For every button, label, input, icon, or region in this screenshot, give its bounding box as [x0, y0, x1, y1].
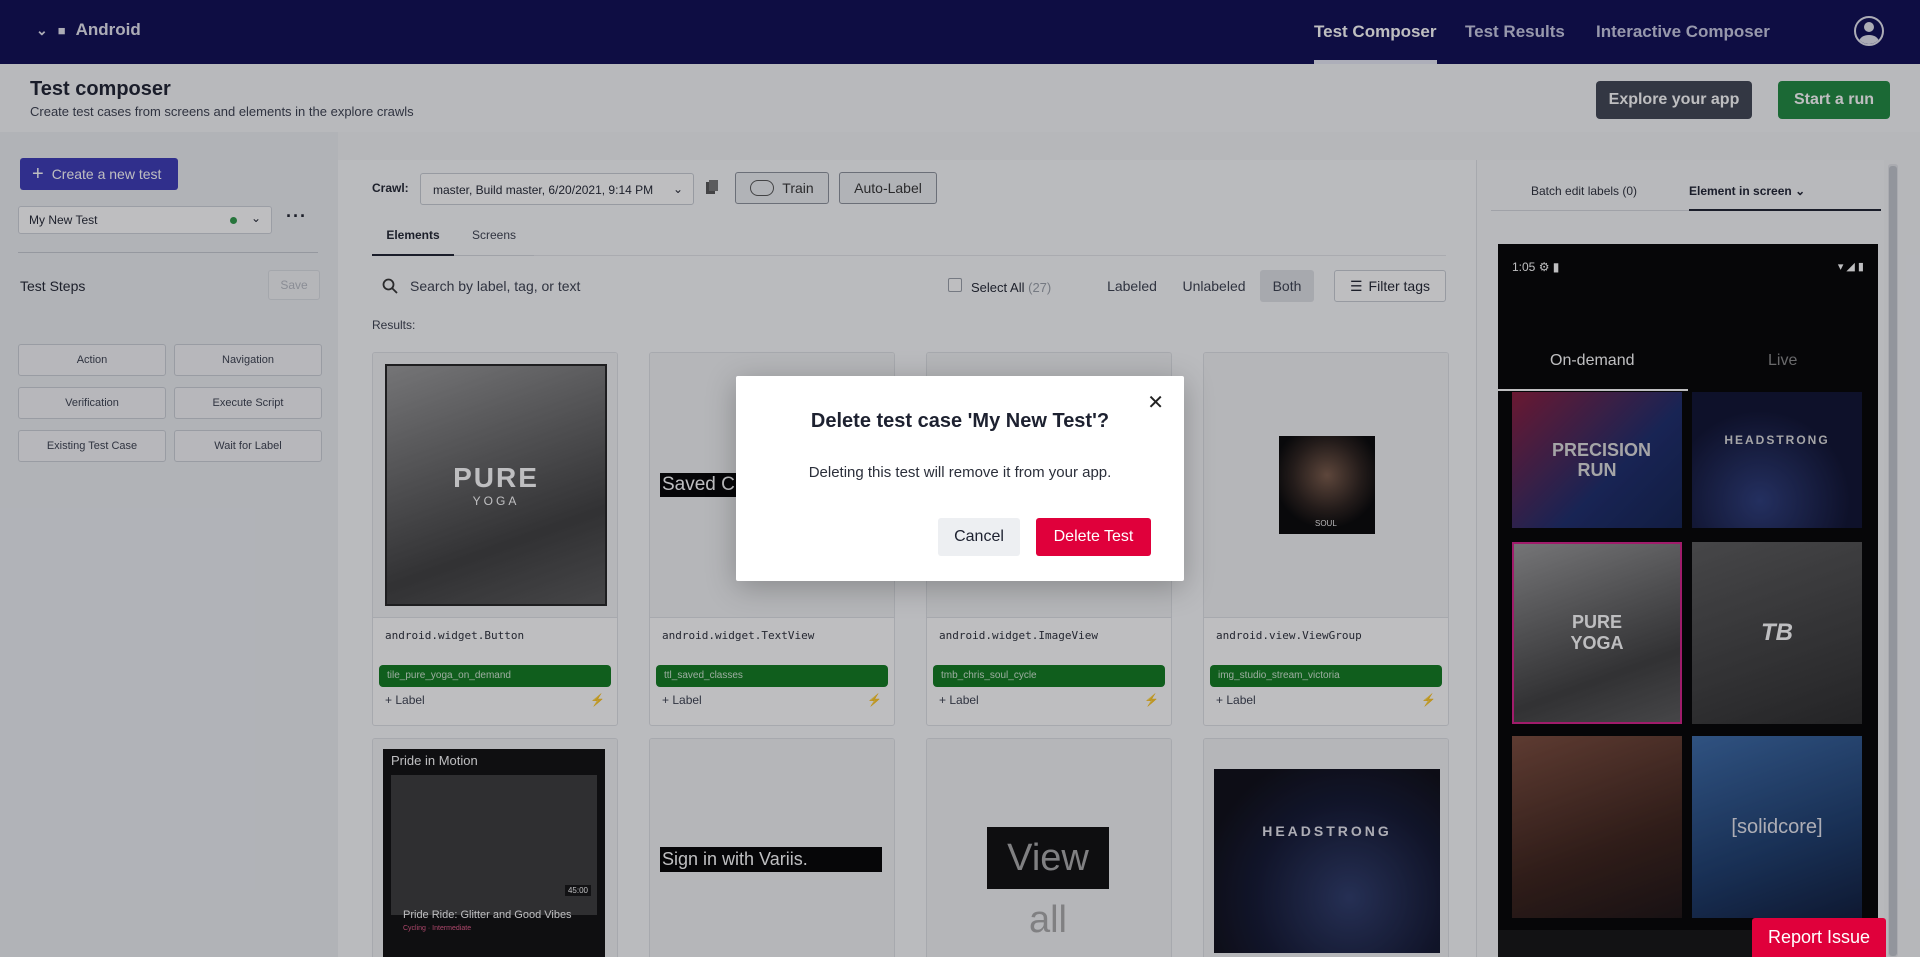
- dialog-message: Deleting this test will remove it from y…: [808, 464, 1112, 481]
- delete-test-button[interactable]: Delete Test: [1036, 518, 1151, 556]
- cancel-button[interactable]: Cancel: [938, 518, 1020, 556]
- report-issue-button[interactable]: Report Issue: [1752, 918, 1887, 957]
- delete-test-dialog: ✕ Delete test case 'My New Test'? Deleti…: [736, 376, 1184, 581]
- dialog-title: Delete test case 'My New Test'?: [810, 410, 1110, 432]
